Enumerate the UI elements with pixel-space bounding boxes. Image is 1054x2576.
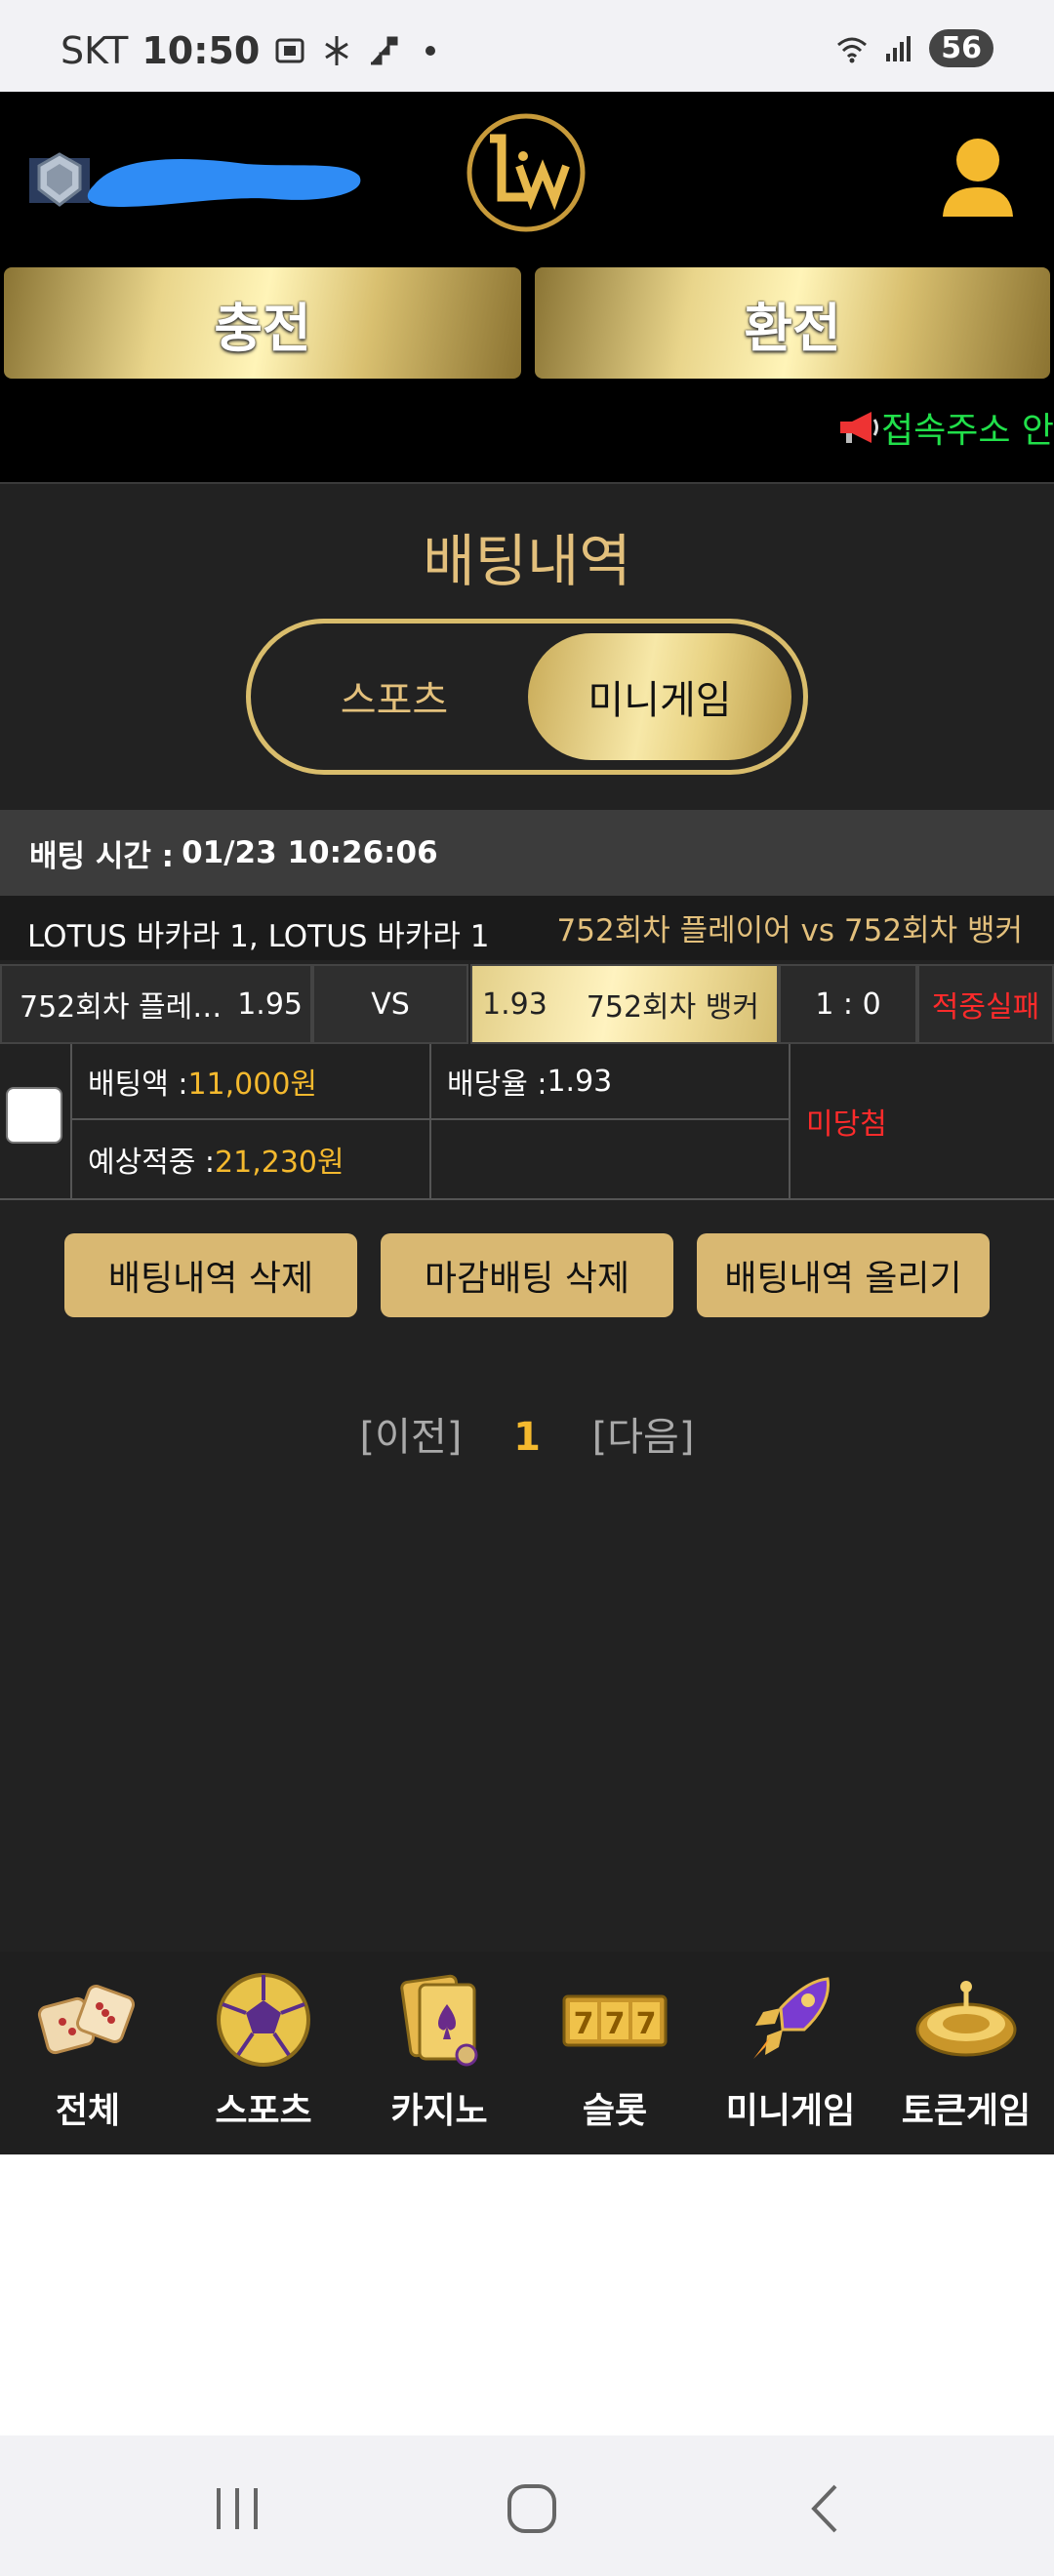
carrier-label: SKT [61,29,129,72]
profile-icon[interactable] [939,135,1017,221]
nav-label-token: 토큰게임 [901,2091,1032,2131]
bottom-nav: 전체 스포츠 카지노 7 7 7 슬롯 미니게임 토큰게임 [0,1952,1054,2154]
back-icon[interactable] [792,2475,861,2543]
empty-area [0,2154,1054,2435]
bluetooth-icon [325,36,349,65]
next-page-link[interactable]: [다음] [592,1415,695,1460]
select-checkbox[interactable] [6,1087,62,1144]
bet-time-label: 배팅 시간 : [29,838,175,874]
bet-time-value: 01/23 10:26:06 [182,835,438,870]
tab-minigame[interactable]: 미니게임 [528,633,791,760]
nav-label-minigame: 미니게임 [725,2091,856,2131]
nav-item-slot[interactable]: 7 7 7 슬롯 [527,1952,703,2154]
prev-page-link[interactable]: [이전] [360,1415,463,1460]
slot-777-icon: 7 7 7 [562,1994,668,2047]
nav-item-minigame[interactable]: 미니게임 [703,1952,878,2154]
tab-switch: 스포츠 미니게임 [246,619,808,775]
bet-amount: 배팅액 : 11,000원 [70,1044,429,1120]
recent-apps-icon[interactable] [203,2475,271,2543]
player-odds: 1.95 [237,986,303,1022]
roulette-icon [915,1981,1017,2057]
nav-label-all: 전체 [55,2091,121,2131]
home-icon[interactable] [498,2475,566,2543]
status-right: 56 [835,29,993,67]
svg-text:7: 7 [605,2007,626,2041]
notice-text: 접속주소 안 [880,411,1054,451]
win-status: 미당첨 [789,1044,1054,1198]
page-title: 배팅내역 [423,528,631,594]
redacted-username [87,158,361,207]
tab-sports[interactable]: 스포츠 [263,633,526,760]
nav-label-slot: 슬롯 [582,2091,648,2131]
notice-marquee[interactable]: 접속주소 안 [836,402,1054,453]
megaphone-icon [839,412,878,443]
nav-item-casino[interactable]: 카지노 [351,1952,527,2154]
banker-odds: 1.93 [482,986,547,1022]
bet-detail: 배팅액 : 11,000원 배당율 : 1.93 예상적중 : 21,230원 … [0,1044,1054,1200]
site-header: 충전 환전 접속주소 안 [0,92,1054,482]
nav-item-sports[interactable]: 스포츠 [176,1952,351,2154]
bet-amount-label: 배팅액 : [88,1067,188,1102]
nav-label-sports: 스포츠 [215,2091,312,2131]
bet-amount-value: 11,000원 [187,1067,318,1102]
screenshot-icon [275,38,304,63]
game-match: 752회차 플레이어 vs 752회차 뱅커 [556,913,1023,948]
expected-win-value: 21,230원 [215,1146,345,1180]
expected-win: 예상적중 : 21,230원 [70,1120,429,1198]
game-name: LOTUS 바카라 1, LOTUS 바카라 1 [27,919,490,954]
signal-icon [886,35,912,61]
vs-label: VS [312,964,468,1044]
system-nav-bar [0,2435,1054,2576]
charge-button[interactable]: 충전 [4,267,521,379]
pagination: [이전] 1 [다음] [0,1405,1054,1462]
score: 1 : 0 [779,964,917,1044]
banker-option-selected: 1.93 752회차 뱅커 [470,964,779,1044]
player-name: 752회차 플레… [20,990,223,1025]
site-logo[interactable] [463,109,589,236]
game-info-row: LOTUS 바카라 1, LOTUS 바카라 1 752회차 플레이어 vs 7… [0,896,1054,960]
bet-odds: 배당율 : 1.93 [429,1044,789,1120]
exchange-button[interactable]: 환전 [535,267,1050,379]
upload-history-button[interactable]: 배팅내역 올리기 [697,1233,990,1317]
playing-card-icon [400,1974,478,2067]
dice-icon [37,1984,136,2055]
battery-level: 56 [929,29,993,67]
bet-odds-label: 배당율 : [447,1067,547,1102]
nav-item-all[interactable]: 전체 [0,1952,176,2154]
svg-text:7: 7 [636,2007,657,2041]
nav-item-token[interactable]: 토큰게임 [878,1952,1054,2154]
current-page[interactable]: 1 [513,1415,541,1460]
bet-odds-value: 1.93 [547,1064,613,1099]
nav-label-casino: 카지노 [390,2091,488,2131]
bet-time-bar: 배팅 시간 : 01/23 10:26:06 [0,810,1054,896]
dot-icon [426,46,436,56]
expected-win-label: 예상적중 : [88,1146,216,1180]
bet-history-main: 배팅내역 스포츠 미니게임 배팅 시간 : 01/23 10:26:06 LOT… [0,482,1054,1952]
clock-time: 10:50 [142,29,261,72]
delete-closed-button[interactable]: 마감배팅 삭제 [381,1233,673,1317]
player-option: 752회차 플레… 1.95 [0,964,312,1044]
empty-cell [429,1120,789,1198]
status-bar: SKT 10:50 56 [0,0,1054,92]
rocket-icon [753,1977,830,2059]
bet-selection-row: 752회차 플레… 1.95 VS 1.93 752회차 뱅커 1 : 0 적중… [0,964,1054,1044]
soccer-ball-icon [217,1973,310,2067]
svg-text:7: 7 [574,2007,594,2041]
status-left: SKT 10:50 [61,29,447,72]
wifi-icon [837,37,868,62]
stairs-icon [371,36,398,65]
banker-name: 752회차 뱅커 [586,990,759,1025]
delete-history-button[interactable]: 배팅내역 삭제 [64,1233,357,1317]
result-status: 적중실패 [917,964,1054,1044]
